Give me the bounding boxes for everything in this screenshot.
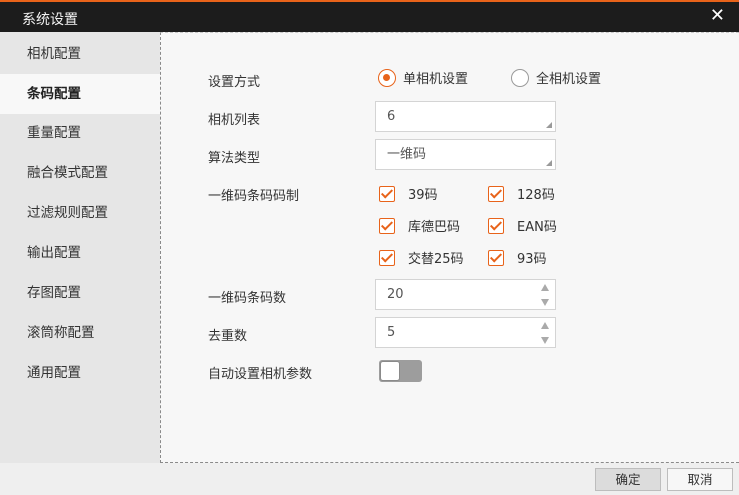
auto-camera-params-label: 自动设置相机参数 bbox=[208, 367, 313, 382]
cancel-button[interactable]: 取消 bbox=[667, 468, 733, 491]
window-title: 系统设置 bbox=[22, 12, 78, 28]
barcode-types-label: 一维码条码码制 bbox=[208, 189, 300, 204]
ok-button[interactable]: 确定 bbox=[595, 468, 661, 491]
barcode-count-spinbox[interactable]: 20 bbox=[375, 279, 556, 310]
settings-panel: 设置方式 单相机设置 全相机设置 相机列表 6 算法类型 一维码 一维码条码码制… bbox=[160, 32, 739, 463]
dedup-label: 去重数 bbox=[208, 329, 248, 344]
checkbox-checked-icon bbox=[379, 185, 395, 202]
barcode-codabar-checkbox[interactable]: 库德巴码 bbox=[379, 216, 460, 235]
sidebar-item-camera-config[interactable]: 相机配置 bbox=[0, 34, 160, 74]
auto-camera-params-toggle[interactable] bbox=[379, 360, 422, 382]
dropdown-corner-icon bbox=[546, 122, 552, 128]
checkbox-checked-icon bbox=[488, 185, 504, 202]
checkbox-checked-icon bbox=[488, 249, 504, 266]
algo-type-value: 一维码 bbox=[387, 147, 427, 162]
close-icon[interactable]: ✕ bbox=[710, 6, 725, 26]
camera-list-value: 6 bbox=[387, 109, 396, 124]
barcode-93-label: 93码 bbox=[517, 252, 547, 267]
spinner-arrows-icon[interactable] bbox=[541, 284, 550, 306]
dedup-spinbox[interactable]: 5 bbox=[375, 317, 556, 348]
sidebar-item-output-config[interactable]: 输出配置 bbox=[0, 233, 160, 273]
toggle-knob bbox=[380, 361, 400, 381]
dropdown-corner-icon bbox=[546, 160, 552, 166]
barcode-ean-checkbox[interactable]: EAN码 bbox=[488, 216, 557, 235]
title-bar: 系统设置 ✕ bbox=[0, 0, 739, 32]
barcode-count-value: 20 bbox=[387, 287, 404, 302]
sidebar-item-general-config[interactable]: 通用配置 bbox=[0, 353, 160, 393]
sidebar-item-weight-config[interactable]: 重量配置 bbox=[0, 113, 160, 153]
sidebar-item-image-storage-config[interactable]: 存图配置 bbox=[0, 273, 160, 313]
barcode-128-checkbox[interactable]: 128码 bbox=[488, 184, 555, 203]
barcode-128-label: 128码 bbox=[517, 188, 555, 203]
single-camera-radio-label: 单相机设置 bbox=[403, 72, 469, 87]
checkbox-checked-icon bbox=[379, 249, 395, 266]
radio-selected-icon bbox=[378, 68, 396, 87]
sidebar-item-barcode-config[interactable]: 条码配置 bbox=[0, 74, 160, 114]
spinner-arrows-icon[interactable] bbox=[541, 322, 550, 344]
camera-list-select[interactable]: 6 bbox=[375, 101, 556, 132]
barcode-93-checkbox[interactable]: 93码 bbox=[488, 248, 547, 267]
barcode-39-checkbox[interactable]: 39码 bbox=[379, 184, 438, 203]
dedup-value: 5 bbox=[387, 325, 396, 340]
sidebar-item-fusion-mode-config[interactable]: 融合模式配置 bbox=[0, 153, 160, 193]
checkbox-checked-icon bbox=[488, 217, 504, 234]
radio-unselected-icon bbox=[511, 68, 529, 87]
camera-list-label: 相机列表 bbox=[208, 113, 261, 128]
barcode-ean-label: EAN码 bbox=[517, 220, 557, 235]
all-camera-radio-label: 全相机设置 bbox=[536, 72, 602, 87]
sidebar-item-roller-scale-config[interactable]: 滚筒称配置 bbox=[0, 313, 160, 353]
sidebar: 相机配置 条码配置 重量配置 融合模式配置 过滤规则配置 输出配置 存图配置 滚… bbox=[0, 32, 160, 463]
sidebar-item-filter-rule-config[interactable]: 过滤规则配置 bbox=[0, 193, 160, 233]
all-camera-radio[interactable]: 全相机设置 bbox=[511, 68, 601, 87]
barcode-count-label: 一维码条码数 bbox=[208, 291, 287, 306]
barcode-codabar-label: 库德巴码 bbox=[408, 220, 461, 235]
barcode-itf25-checkbox[interactable]: 交替25码 bbox=[379, 248, 464, 267]
algo-type-label: 算法类型 bbox=[208, 151, 261, 166]
barcode-itf25-label: 交替25码 bbox=[408, 252, 464, 267]
algo-type-select[interactable]: 一维码 bbox=[375, 139, 556, 170]
checkbox-checked-icon bbox=[379, 217, 395, 234]
dialog-footer: 确定 取消 bbox=[0, 463, 739, 495]
barcode-39-label: 39码 bbox=[408, 188, 438, 203]
mode-label: 设置方式 bbox=[208, 75, 261, 90]
single-camera-radio[interactable]: 单相机设置 bbox=[378, 68, 468, 87]
